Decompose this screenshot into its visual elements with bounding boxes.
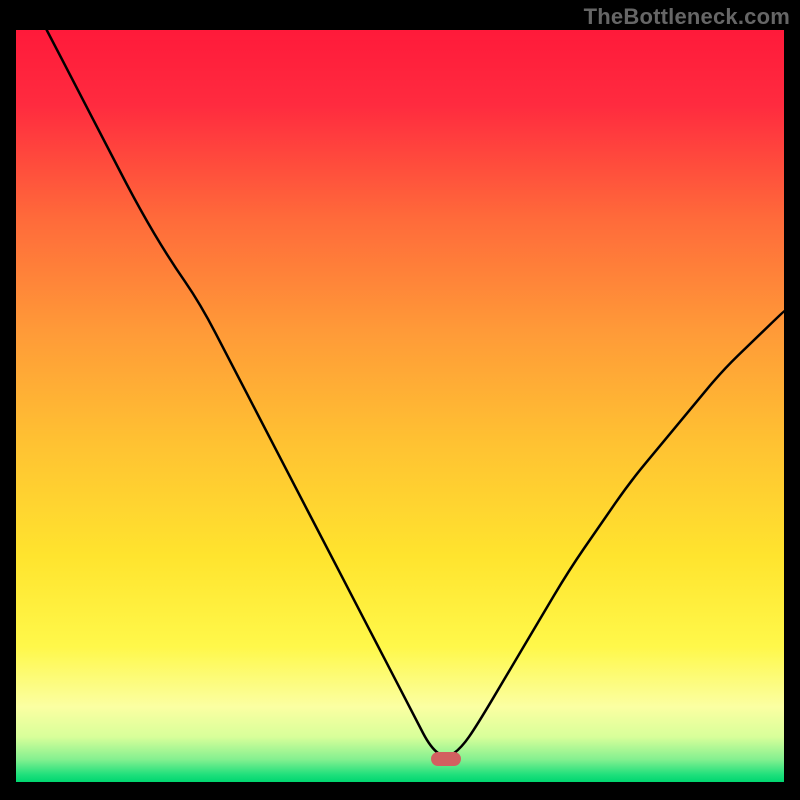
plot-area (16, 30, 784, 782)
gradient-background (16, 30, 784, 782)
optimum-marker (431, 752, 461, 766)
chart-container: TheBottleneck.com (0, 0, 800, 800)
plot-svg (16, 30, 784, 782)
attribution-label: TheBottleneck.com (584, 4, 790, 30)
